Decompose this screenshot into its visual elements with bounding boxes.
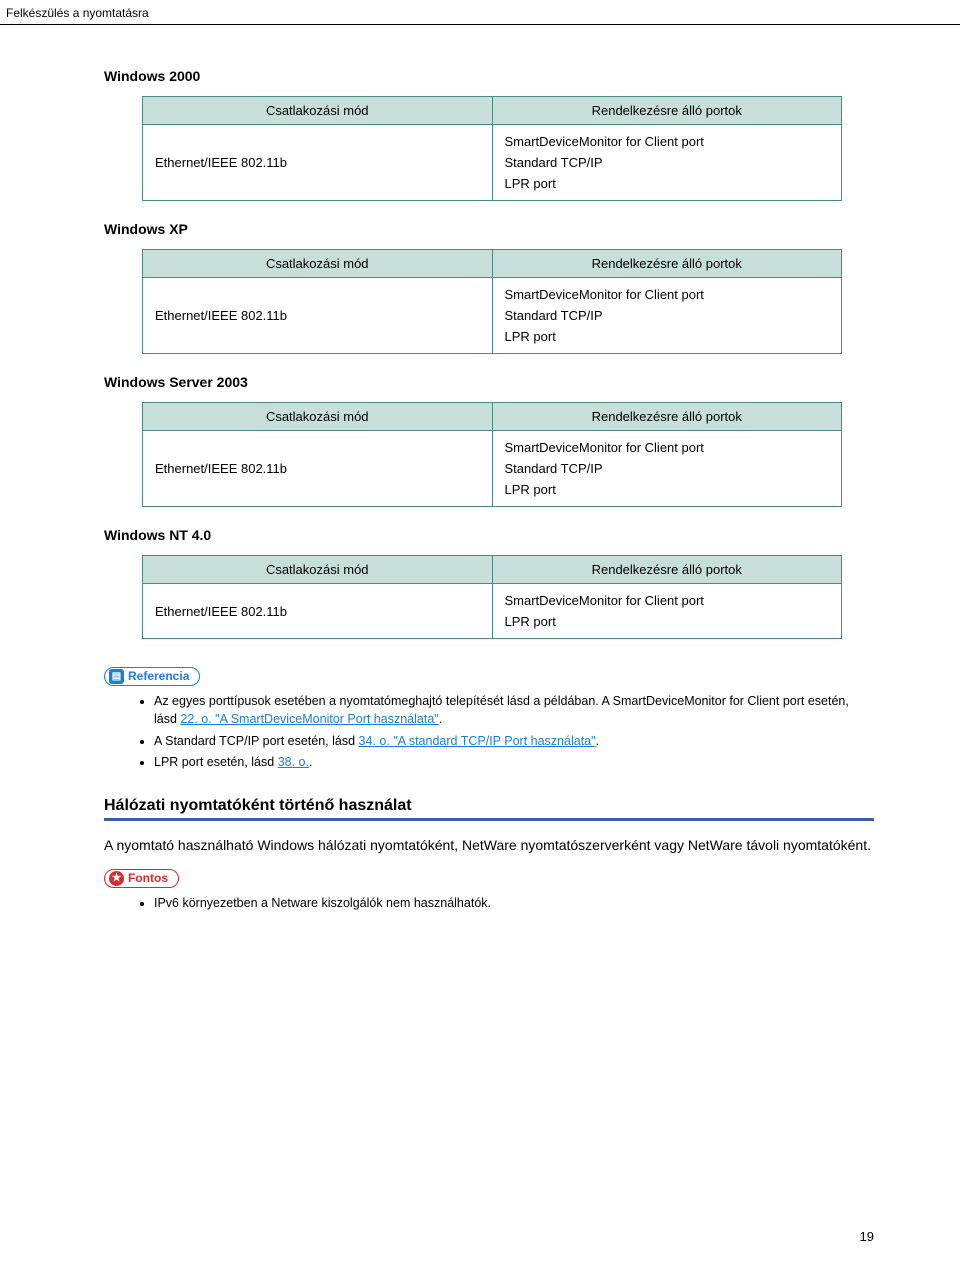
- reference-link[interactable]: 38. o.: [278, 755, 309, 769]
- table-winnt40: Csatlakozási mód Rendelkezésre álló port…: [142, 555, 842, 639]
- table-cell: Ethernet/IEEE 802.11b: [143, 584, 493, 639]
- table-header-col2: Rendelkezésre álló portok: [492, 556, 842, 584]
- reference-list: Az egyes porttípusok esetében a nyomtató…: [154, 692, 874, 771]
- running-header: Felkészülés a nyomtatásra: [6, 6, 149, 20]
- ref-text: A Standard TCP/IP port esetén, lásd: [154, 734, 359, 748]
- list-item: Az egyes porttípusok esetében a nyomtató…: [154, 692, 874, 728]
- table-cell: SmartDeviceMonitor for Client port Stand…: [492, 431, 842, 507]
- table-header-col2: Rendelkezésre álló portok: [492, 403, 842, 431]
- page-number: 19: [860, 1229, 874, 1244]
- table-row: Ethernet/IEEE 802.11b SmartDeviceMonitor…: [143, 278, 842, 354]
- section-title-winserver2003: Windows Server 2003: [104, 374, 874, 390]
- header-rule: [0, 24, 960, 25]
- table-win2000: Csatlakozási mód Rendelkezésre álló port…: [142, 96, 842, 201]
- table-header-col1: Csatlakozási mód: [143, 97, 493, 125]
- table-header-col2: Rendelkezésre álló portok: [492, 97, 842, 125]
- table-cell: Ethernet/IEEE 802.11b: [143, 431, 493, 507]
- ref-text: .: [439, 712, 442, 726]
- table-winserver2003: Csatlakozási mód Rendelkezésre álló port…: [142, 402, 842, 507]
- port-line: LPR port: [505, 173, 830, 194]
- table-cell: SmartDeviceMonitor for Client port Stand…: [492, 278, 842, 354]
- section-title-winxp: Windows XP: [104, 221, 874, 237]
- reference-link[interactable]: 34. o. "A standard TCP/IP Port használat…: [359, 734, 596, 748]
- port-line: SmartDeviceMonitor for Client port: [505, 590, 830, 611]
- port-line: LPR port: [505, 326, 830, 347]
- ref-text: .: [596, 734, 599, 748]
- important-list: IPv6 környezetben a Netware kiszolgálók …: [154, 894, 874, 912]
- ref-text: LPR port esetén, lásd: [154, 755, 278, 769]
- port-line: SmartDeviceMonitor for Client port: [505, 437, 830, 458]
- list-item: LPR port esetén, lásd 38. o..: [154, 753, 874, 771]
- table-cell: SmartDeviceMonitor for Client port Stand…: [492, 125, 842, 201]
- port-line: SmartDeviceMonitor for Client port: [505, 131, 830, 152]
- table-row: Ethernet/IEEE 802.11b SmartDeviceMonitor…: [143, 125, 842, 201]
- reference-icon: ▤: [109, 669, 124, 684]
- port-line: SmartDeviceMonitor for Client port: [505, 284, 830, 305]
- port-line: Standard TCP/IP: [505, 152, 830, 173]
- reference-badge: ▤ Referencia: [104, 667, 200, 686]
- list-item: A Standard TCP/IP port esetén, lásd 34. …: [154, 732, 874, 750]
- reference-label: Referencia: [128, 669, 189, 683]
- ref-text: .: [309, 755, 312, 769]
- table-header-col1: Csatlakozási mód: [143, 250, 493, 278]
- star-icon: ★: [109, 871, 124, 886]
- section-title-win2000: Windows 2000: [104, 68, 874, 84]
- table-header-col1: Csatlakozási mód: [143, 403, 493, 431]
- table-cell: Ethernet/IEEE 802.11b: [143, 278, 493, 354]
- table-row: Ethernet/IEEE 802.11b SmartDeviceMonitor…: [143, 584, 842, 639]
- port-line: Standard TCP/IP: [505, 458, 830, 479]
- table-header-col1: Csatlakozási mód: [143, 556, 493, 584]
- important-label: Fontos: [128, 871, 168, 885]
- reference-link[interactable]: 22. o. "A SmartDeviceMonitor Port haszná…: [180, 712, 438, 726]
- table-cell: Ethernet/IEEE 802.11b: [143, 125, 493, 201]
- body-paragraph: A nyomtató használható Windows hálózati …: [104, 835, 874, 855]
- port-line: Standard TCP/IP: [505, 305, 830, 326]
- table-cell: SmartDeviceMonitor for Client port LPR p…: [492, 584, 842, 639]
- section-title-winnt40: Windows NT 4.0: [104, 527, 874, 543]
- table-header-col2: Rendelkezésre álló portok: [492, 250, 842, 278]
- subsection-heading: Hálózati nyomtatóként történő használat: [104, 797, 874, 815]
- table-row: Ethernet/IEEE 802.11b SmartDeviceMonitor…: [143, 431, 842, 507]
- list-item: IPv6 környezetben a Netware kiszolgálók …: [154, 894, 874, 912]
- port-line: LPR port: [505, 479, 830, 500]
- port-line: LPR port: [505, 611, 830, 632]
- important-badge: ★ Fontos: [104, 869, 179, 888]
- table-winxp: Csatlakozási mód Rendelkezésre álló port…: [142, 249, 842, 354]
- subsection-underline: [104, 818, 874, 821]
